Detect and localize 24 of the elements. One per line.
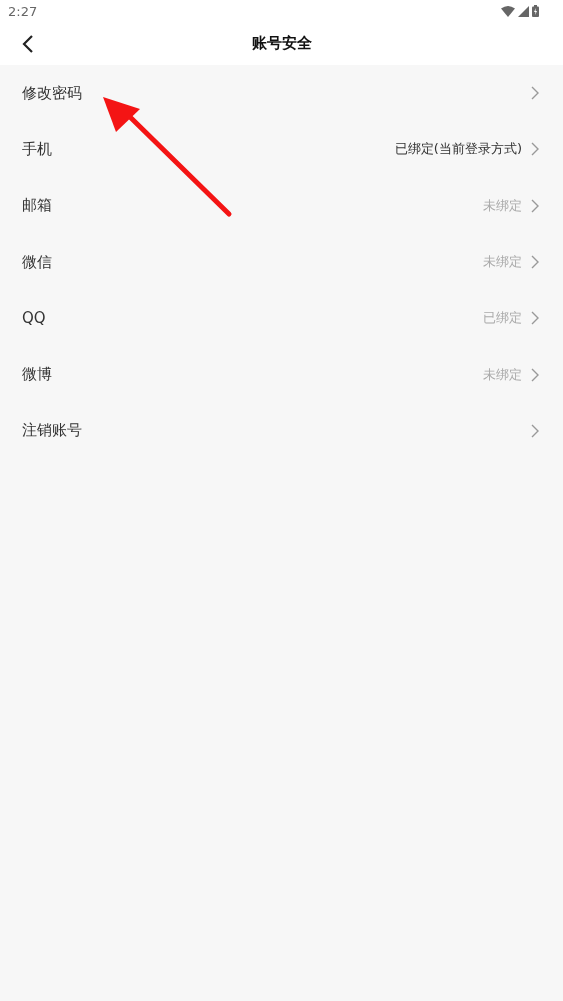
signal-icon [518,5,529,17]
chevron-right-icon[interactable] [531,255,539,270]
chevron-right-icon[interactable] [531,311,539,326]
binding-status: 已绑定(当前登录方式) [394,140,522,159]
settings-item-label[interactable]: 微信 [22,252,52,272]
settings-item-label[interactable]: QQ [22,309,46,328]
battery-icon [532,5,539,17]
binding-status: 未绑定 [483,253,522,272]
chevron-right-icon[interactable] [531,86,539,101]
binding-status: 未绑定 [483,365,522,384]
settings-item-label[interactable]: 注销账号 [22,421,82,441]
binding-status: 未绑定 [483,196,522,215]
page-title: 账号安全 [251,34,312,53]
chevron-right-icon[interactable] [531,198,539,213]
settings-item-label[interactable]: 微博 [22,365,52,385]
settings-item-label[interactable]: 邮箱 [22,196,52,216]
settings-item-label[interactable]: 手机 [22,139,52,159]
chevron-right-icon[interactable] [531,423,539,438]
chevron-right-icon[interactable] [531,367,539,382]
binding-status: 已绑定 [483,309,522,328]
settings-item-label[interactable]: 修改密码 [22,83,82,103]
wifi-icon [501,5,515,17]
status-time: 2:27 [8,3,38,19]
chevron-right-icon[interactable] [531,142,539,157]
